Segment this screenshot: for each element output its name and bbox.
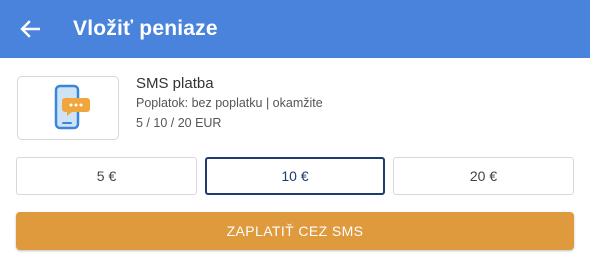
arrow-left-icon xyxy=(20,20,40,38)
amount-option-5[interactable]: 5 € xyxy=(16,157,197,195)
amount-option-label: 20 € xyxy=(469,168,498,184)
amount-option-20[interactable]: 20 € xyxy=(393,157,574,195)
sms-phone-icon xyxy=(54,84,90,130)
payment-method-amounts: 5 / 10 / 20 EUR xyxy=(136,116,222,130)
amount-option-label: 10 € xyxy=(281,168,309,184)
amount-option-10[interactable]: 10 € xyxy=(205,157,385,195)
payment-method-fee: Poplatok: bez poplatku | okamžite xyxy=(136,96,323,110)
payment-method-name: SMS platba xyxy=(136,75,214,92)
amount-option-label: 5 € xyxy=(96,168,117,184)
app-bar: Vložiť peniaze xyxy=(0,0,590,58)
pay-button-label: ZAPLATIŤ CEZ SMS xyxy=(226,223,364,239)
payment-method-thumbnail xyxy=(17,76,119,140)
amount-selector: 5 € 10 € 20 € xyxy=(16,157,575,196)
page-title: Vložiť peniaze xyxy=(73,17,218,40)
back-button[interactable] xyxy=(16,15,44,43)
pay-by-sms-button[interactable]: ZAPLATIŤ CEZ SMS xyxy=(16,212,574,250)
